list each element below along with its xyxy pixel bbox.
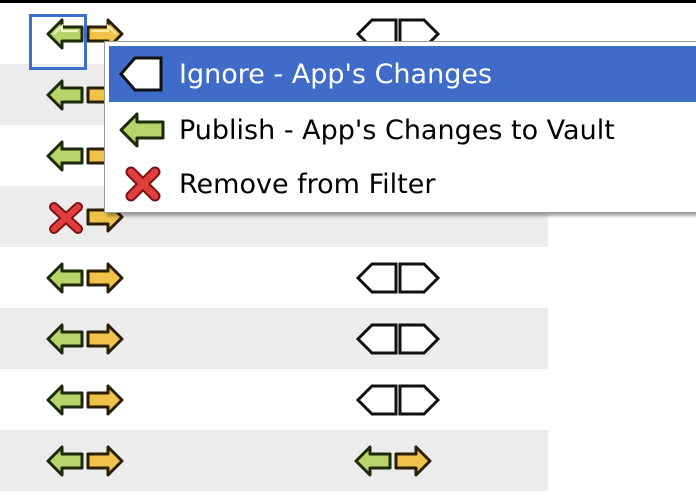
menu-item-remove[interactable]: Remove from Filter (109, 156, 696, 212)
publish-arrow-icon (119, 112, 165, 148)
menu-item-ignore[interactable]: Ignore - App's Changes (109, 46, 696, 102)
action-cell[interactable] (44, 308, 126, 369)
table-row[interactable] (0, 247, 548, 308)
focused-cell-outline (29, 14, 87, 70)
table-row[interactable] (0, 308, 548, 369)
app-arrow-icon[interactable] (82, 319, 126, 359)
app-arrow-icon[interactable] (82, 258, 126, 298)
menu-item-publish[interactable]: Publish - App's Changes to Vault (109, 102, 696, 158)
status-cell (352, 247, 444, 308)
status-cell (352, 369, 444, 430)
ignore-outline-icon (119, 56, 163, 92)
status-cell (352, 430, 434, 491)
ignore-outline-icon (355, 262, 441, 293)
remove-x-icon (125, 166, 161, 202)
app-arrow-icon[interactable] (82, 441, 126, 481)
table-row[interactable] (0, 369, 548, 430)
app-arrow-icon[interactable] (82, 380, 126, 420)
menu-item-label: Remove from Filter (179, 168, 436, 200)
app-arrow-icon (394, 445, 432, 476)
status-cell (352, 308, 444, 369)
action-cell[interactable] (44, 369, 126, 430)
action-cell[interactable] (44, 430, 126, 491)
menu-item-label: Publish - App's Changes to Vault (179, 114, 615, 146)
context-menu: Ignore - App's Changes Publish - App's C… (104, 41, 696, 213)
table-row[interactable] (0, 430, 548, 491)
menu-item-label: Ignore - App's Changes (179, 58, 493, 90)
ignore-outline-icon (355, 384, 441, 415)
ignore-outline-icon (355, 323, 441, 354)
action-cell[interactable] (44, 247, 126, 308)
